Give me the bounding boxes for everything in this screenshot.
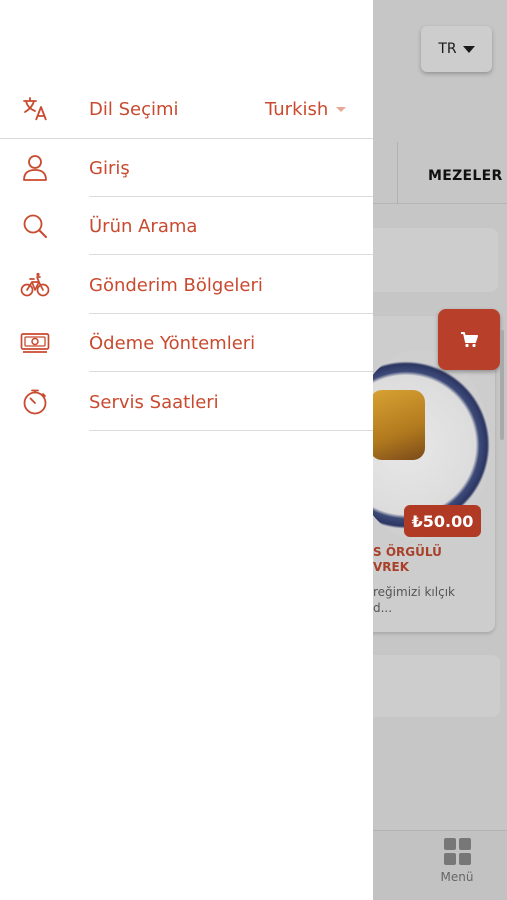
language-dropdown[interactable]: Turkish [265, 98, 347, 120]
language-selector-row[interactable]: Dil Seçimi Turkish [0, 80, 373, 138]
divider [89, 254, 373, 255]
menu-item-label: Ödeme Yöntemleri [89, 332, 256, 354]
menu-item-product-search[interactable]: Ürün Arama [0, 197, 373, 255]
category-tab-mezeler[interactable]: MEZELER [428, 168, 503, 184]
scrollbar[interactable] [500, 330, 504, 440]
menu-item-label: Ürün Arama [89, 215, 198, 237]
divider [89, 430, 373, 431]
translate-icon [18, 92, 52, 126]
menu-item-payment-methods[interactable]: Ödeme Yöntemleri [0, 314, 373, 372]
language-value: Turkish [265, 98, 329, 120]
money-icon [18, 326, 52, 360]
menu-item-label: Giriş [89, 157, 130, 179]
search-icon [18, 209, 52, 243]
side-drawer: Dil Seçimi Turkish Giriş Ürün Arama Gönd… [0, 0, 373, 900]
product-title-line1: S ÖRGÜLÜ [373, 545, 442, 559]
tab-menu[interactable]: Menü [430, 838, 484, 884]
language-button-label: TR [438, 41, 457, 57]
product-title-line2: VREK [373, 560, 410, 574]
menu-item-label: Servis Saatleri [89, 391, 219, 413]
add-to-cart-button[interactable] [438, 309, 500, 370]
product-title: S ÖRGÜLÜ VREK [373, 545, 442, 575]
menu-item-login[interactable]: Giriş [0, 139, 373, 197]
language-label: Dil Seçimi [89, 98, 179, 120]
category-separator [397, 142, 398, 204]
menu-item-label: Gönderim Bölgeleri [89, 274, 263, 296]
product-food [370, 390, 425, 460]
cart-icon [461, 331, 478, 347]
timer-icon [18, 385, 52, 419]
menu-item-service-hours[interactable]: Servis Saatleri [0, 373, 373, 431]
tab-menu-label: Menü [440, 870, 474, 884]
price-badge: ₺50.00 [404, 505, 481, 537]
menu-item-delivery-zones[interactable]: Gönderim Bölgeleri [0, 256, 373, 314]
product-desc-line2: d... [373, 601, 393, 615]
product-description: reğimizi kılçık d... [373, 584, 455, 616]
user-icon [18, 151, 52, 185]
product-desc-line1: reğimizi kılçık [373, 585, 455, 599]
divider [89, 371, 373, 372]
language-button[interactable]: TR [421, 26, 492, 72]
grid-icon [443, 838, 471, 865]
bicycle-icon [18, 268, 52, 302]
chevron-down-icon [336, 106, 347, 112]
caret-down-icon [462, 45, 475, 53]
